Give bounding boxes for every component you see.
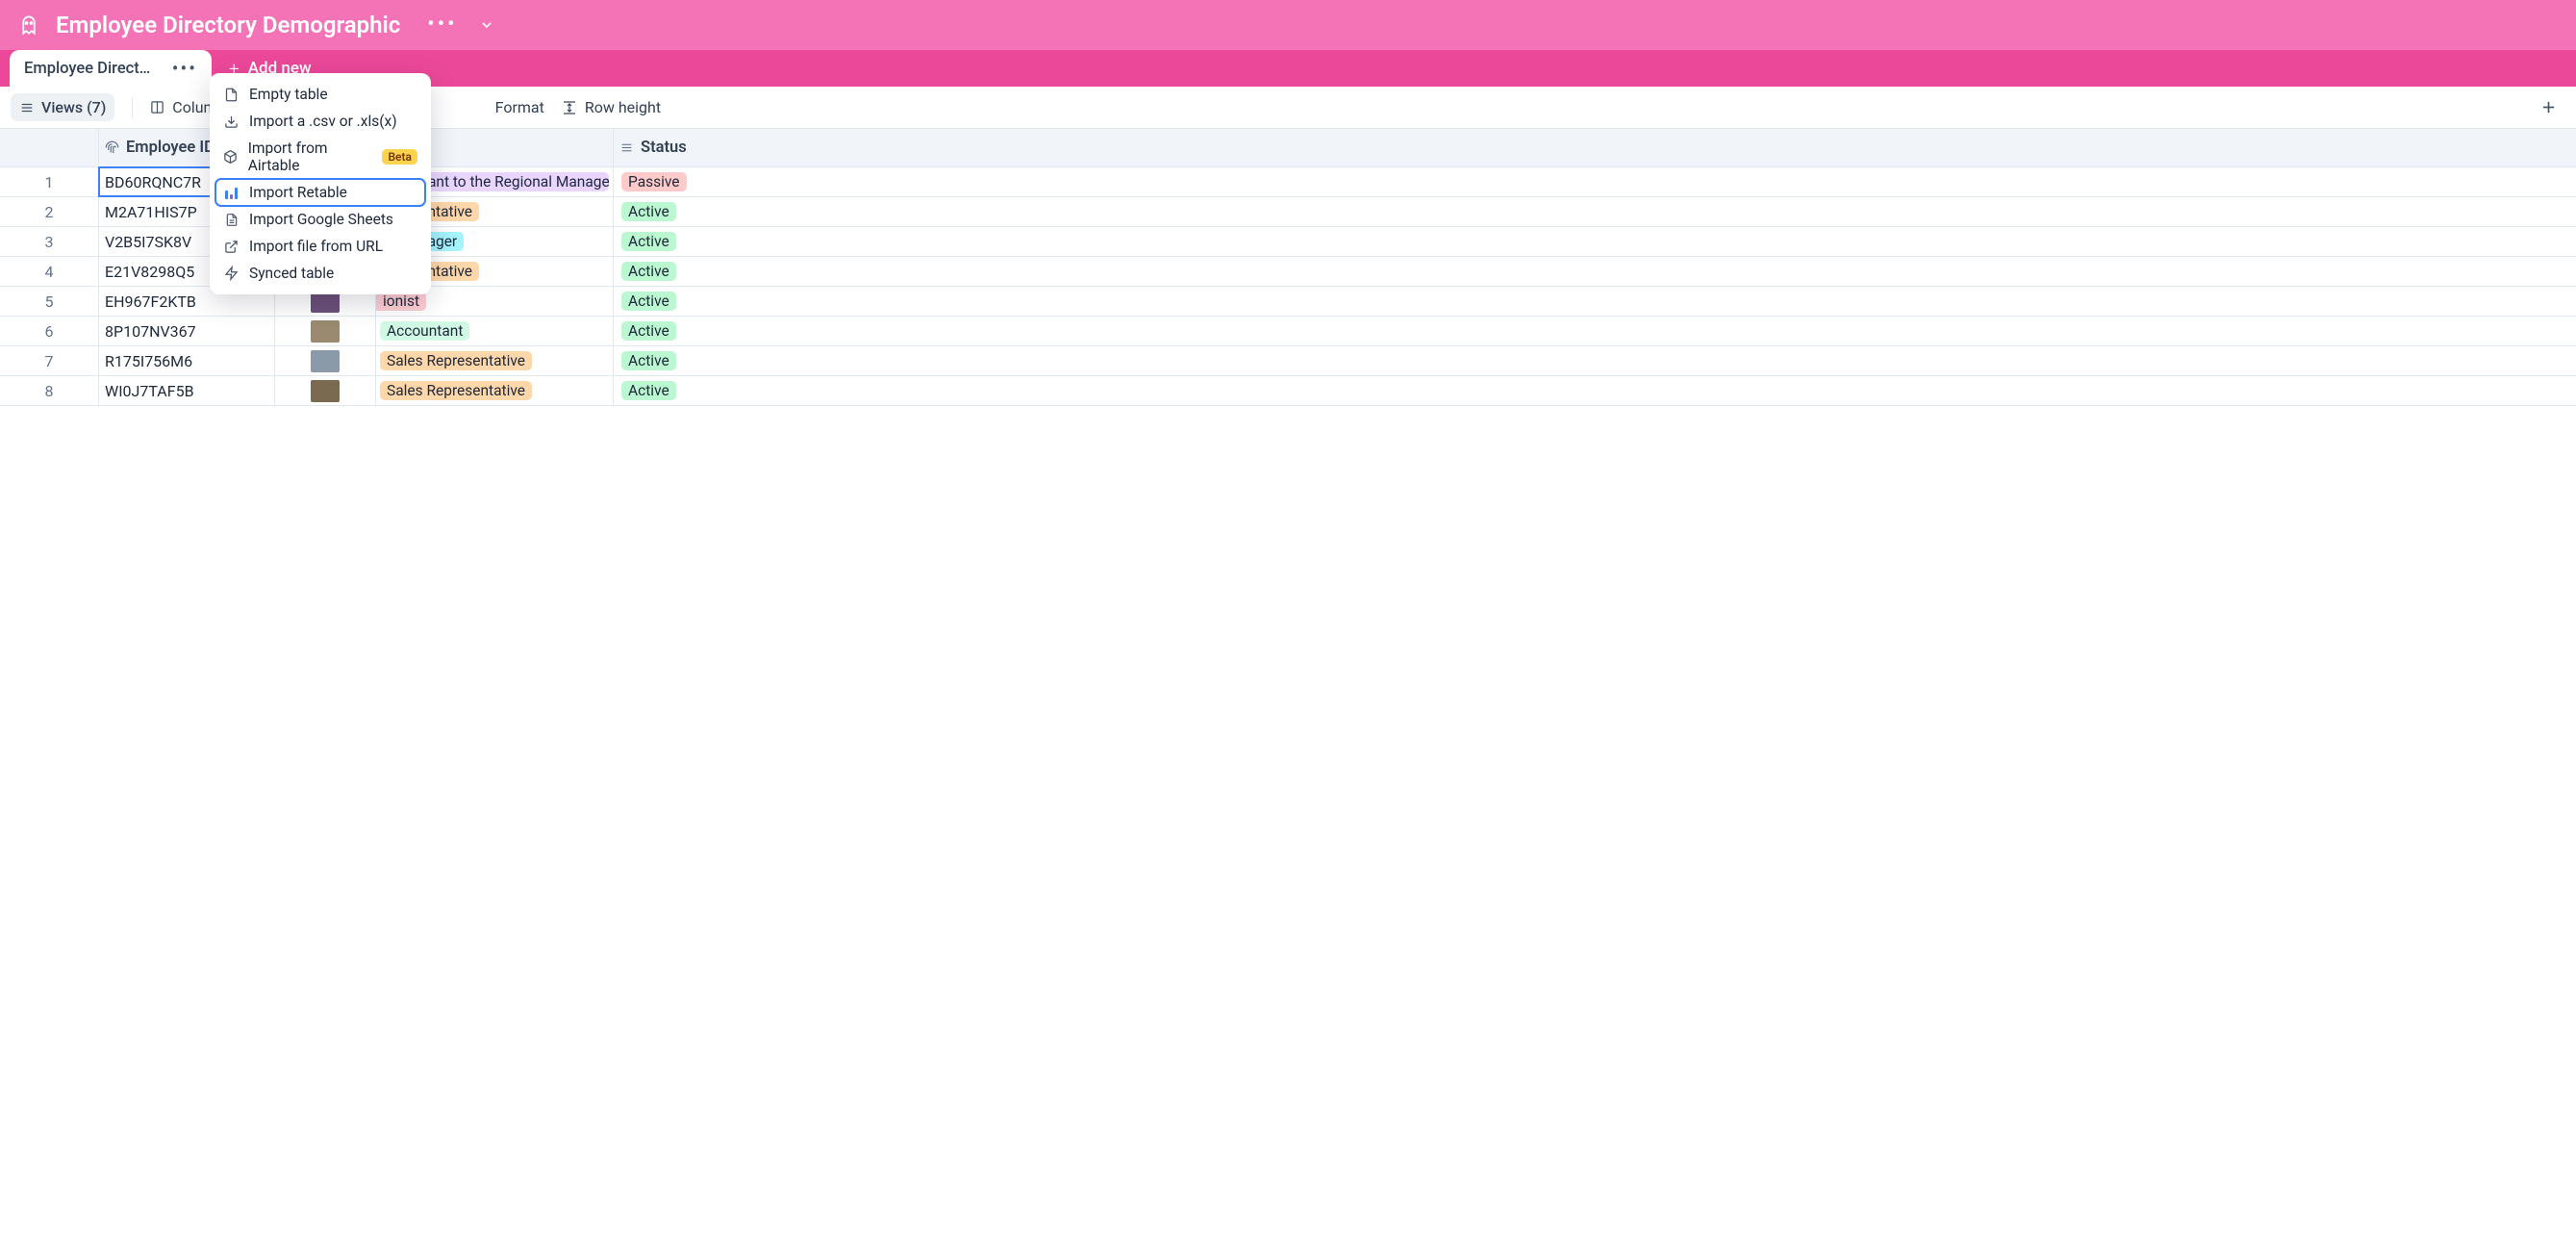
dropdown-import-retable[interactable]: Import Retable: [215, 179, 425, 206]
status-cell[interactable]: Active: [614, 376, 758, 405]
job-title-cell[interactable]: Sales Representative: [376, 346, 614, 375]
tab-more-icon[interactable]: •••: [172, 59, 197, 78]
photo-cell[interactable]: [275, 317, 376, 345]
column-header-label: Employee ID: [126, 139, 215, 157]
header-bar: Employee Directory Demographic •••: [0, 0, 2576, 50]
dropdown-empty-table[interactable]: Empty table: [215, 81, 425, 108]
fingerprint-icon: [105, 140, 119, 155]
menu-icon: [19, 101, 35, 114]
format-button[interactable]: Format: [495, 98, 544, 116]
row-number-cell: 5: [0, 287, 99, 316]
dropdown-import-airtable[interactable]: Import from Airtable Beta: [215, 135, 425, 179]
table-row[interactable]: 68P107NV367 Accountant Active: [0, 317, 2576, 346]
row-number-cell: 7: [0, 346, 99, 375]
photo-thumbnail: [311, 320, 340, 343]
photo-thumbnail: [311, 380, 340, 402]
dropdown-import-csv[interactable]: Import a .csv or .xls(x): [215, 108, 425, 135]
row-number-cell: 4: [0, 257, 99, 286]
status-tag: Active: [621, 351, 676, 370]
employee-id-cell[interactable]: 8P107NV367: [99, 317, 275, 345]
dropdown-label: Import Google Sheets: [249, 211, 393, 228]
job-title-cell[interactable]: Sales Representative: [376, 376, 614, 405]
status-tag: Active: [621, 292, 676, 311]
plus-icon: [2540, 99, 2557, 115]
dropdown-label: Import file from URL: [249, 238, 383, 255]
document-title: Employee Directory Demographic: [56, 12, 400, 38]
file-icon: [223, 87, 240, 103]
dropdown-label: Import a .csv or .xls(x): [249, 113, 397, 130]
views-button[interactable]: Views (7): [11, 93, 114, 121]
row-height-button[interactable]: Row height: [562, 98, 661, 116]
row-number-cell: 3: [0, 227, 99, 256]
status-tag: Active: [621, 202, 676, 221]
status-cell[interactable]: Active: [614, 257, 758, 286]
dropdown-import-gsheets[interactable]: Import Google Sheets: [215, 206, 425, 233]
table-row[interactable]: 7R175I756M6 Sales Representative Active: [0, 346, 2576, 376]
job-tag: Sales Representative: [380, 351, 532, 370]
dropdown-synced-table[interactable]: Synced table: [215, 260, 425, 287]
format-label: Format: [495, 98, 544, 116]
toolbar-add-button[interactable]: [2540, 99, 2557, 115]
list-icon: [619, 141, 634, 154]
status-cell[interactable]: Active: [614, 197, 758, 226]
job-tag: Sales Representative: [380, 381, 532, 400]
job-tag: ionist: [376, 292, 426, 311]
column-header-label: Status: [641, 139, 687, 157]
row-number-cell: 6: [0, 317, 99, 345]
tab-active[interactable]: Employee Directory Demog... •••: [10, 50, 212, 87]
status-tag: Passive: [621, 172, 687, 191]
dropdown-label: Import Retable: [249, 184, 347, 201]
status-cell[interactable]: Active: [614, 346, 758, 375]
add-new-dropdown: Empty table Import a .csv or .xls(x) Imp…: [210, 73, 431, 294]
app-logo-icon: [19, 14, 38, 37]
retable-icon: [223, 187, 240, 199]
beta-badge: Beta: [382, 149, 417, 165]
row-number-cell: 8: [0, 376, 99, 405]
header-chevron-down-icon[interactable]: [479, 17, 494, 33]
job-tag: Accountant: [380, 321, 469, 341]
sheets-icon: [223, 212, 240, 228]
dropdown-label: Empty table: [249, 86, 328, 103]
employee-id-cell[interactable]: WI0J7TAF5B: [99, 376, 275, 405]
cube-icon: [223, 149, 239, 165]
row-number-header: [0, 129, 99, 164]
row-height-label: Row height: [585, 98, 661, 116]
status-cell[interactable]: Active: [614, 287, 758, 316]
external-link-icon: [223, 240, 240, 254]
photo-cell[interactable]: [275, 376, 376, 405]
dropdown-import-url[interactable]: Import file from URL: [215, 233, 425, 260]
status-tag: Active: [621, 262, 676, 281]
status-cell[interactable]: Active: [614, 317, 758, 345]
table-row[interactable]: 8WI0J7TAF5B Sales Representative Active: [0, 376, 2576, 406]
status-tag: Active: [621, 321, 676, 341]
dropdown-label: Import from Airtable: [248, 140, 373, 174]
photo-cell[interactable]: [275, 346, 376, 375]
row-height-icon: [562, 100, 577, 115]
employee-id-cell[interactable]: R175I756M6: [99, 346, 275, 375]
status-cell[interactable]: Active: [614, 227, 758, 256]
separator: [132, 97, 133, 118]
tab-label: Employee Directory Demog...: [24, 60, 159, 78]
header-more-icon[interactable]: •••: [427, 14, 457, 36]
sync-icon: [223, 266, 240, 281]
columns-icon: [150, 100, 164, 114]
views-label: Views (7): [41, 98, 106, 116]
download-icon: [223, 114, 240, 129]
status-tag: Active: [621, 232, 676, 251]
dropdown-label: Synced table: [249, 265, 334, 282]
row-number-cell: 2: [0, 197, 99, 226]
column-header-status[interactable]: Status: [614, 129, 758, 166]
status-cell[interactable]: Passive: [614, 167, 758, 196]
row-number-cell: 1: [0, 167, 99, 196]
job-title-cell[interactable]: Accountant: [376, 317, 614, 345]
photo-thumbnail: [311, 350, 340, 372]
status-tag: Active: [621, 381, 676, 400]
